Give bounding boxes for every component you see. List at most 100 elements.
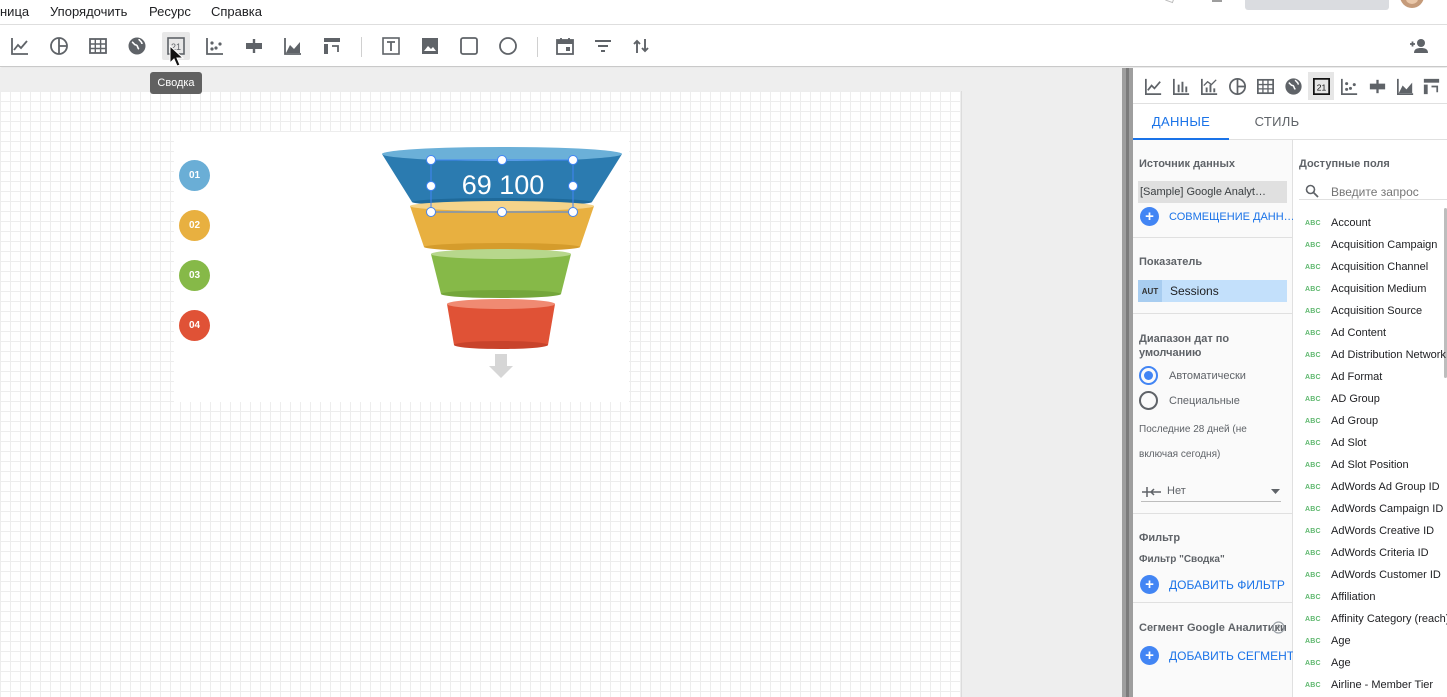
plus-icon: +	[1140, 575, 1159, 594]
field-item[interactable]: ABC Acquisition Channel	[1305, 256, 1428, 278]
radio-auto[interactable]	[1139, 366, 1158, 385]
field-item[interactable]: ABC Ad Content	[1305, 322, 1386, 344]
rectangle-tool-icon[interactable]	[455, 32, 483, 60]
share-icon[interactable]	[1212, 0, 1222, 2]
timeseries-chart-icon[interactable]	[6, 32, 34, 60]
image-tool-icon[interactable]	[416, 32, 444, 60]
field-item[interactable]: ABC Age	[1305, 652, 1351, 674]
resize-handle[interactable]	[568, 207, 578, 217]
bullet-chart-icon[interactable]	[1364, 72, 1390, 100]
resize-handle[interactable]	[568, 181, 578, 191]
scatter-chart-icon[interactable]	[201, 32, 229, 60]
resize-handle[interactable]	[426, 155, 436, 165]
field-item[interactable]: ABC AD Group	[1305, 388, 1380, 410]
field-name: AdWords Creative ID	[1331, 525, 1435, 537]
metric-chip[interactable]: AUT Sessions	[1138, 280, 1287, 302]
add-segment-button[interactable]: + ДОБАВИТЬ СЕГМЕНТ	[1140, 646, 1294, 665]
field-type-badge: ABC	[1305, 307, 1321, 315]
field-item[interactable]: ABC Age	[1305, 630, 1351, 652]
data-source-selector[interactable]: [Sample] Google Analyt…	[1138, 181, 1287, 203]
field-type-badge: ABC	[1305, 593, 1321, 601]
geo-map-icon[interactable]	[123, 32, 151, 60]
table-icon[interactable]	[84, 32, 112, 60]
field-item[interactable]: ABC Ad Slot Position	[1305, 454, 1409, 476]
field-item[interactable]: ABC Acquisition Source	[1305, 300, 1422, 322]
panel-resize-bar[interactable]	[1122, 68, 1133, 697]
field-type-badge: ABC	[1305, 329, 1321, 337]
filter-title: Фильтр	[1139, 532, 1181, 544]
date-range-icon[interactable]	[551, 32, 579, 60]
help-icon[interactable]: ?	[1272, 621, 1285, 634]
field-item[interactable]: ABC Airline - Member Tier	[1305, 674, 1433, 696]
field-item[interactable]: ABC Acquisition Campaign	[1305, 234, 1437, 256]
pivot-table-icon[interactable]	[318, 32, 346, 60]
add-filter-label: ДОБАВИТЬ ФИЛЬТР	[1169, 577, 1285, 592]
field-type-badge: ABC	[1305, 483, 1321, 491]
text-tool-icon[interactable]	[377, 32, 405, 60]
field-name: Acquisition Campaign	[1331, 239, 1438, 251]
menu-resource[interactable]: Ресурс	[149, 4, 191, 19]
field-name: Ad Distribution Network	[1331, 349, 1446, 361]
field-search-input[interactable]	[1331, 185, 1443, 199]
menu-help[interactable]: Справка	[211, 4, 262, 19]
undo-icon[interactable]	[1165, 0, 1175, 4]
resize-handle[interactable]	[426, 207, 436, 217]
tab-data[interactable]: ДАННЫЕ	[1133, 104, 1229, 140]
tab-style[interactable]: СТИЛЬ	[1229, 104, 1325, 140]
radio-custom[interactable]	[1139, 391, 1158, 410]
field-item[interactable]: ABC AdWords Campaign ID	[1305, 498, 1443, 520]
panel-tabs: ДАННЫЕ СТИЛЬ	[1133, 104, 1447, 140]
field-item[interactable]: ABC Account	[1305, 212, 1371, 234]
blend-data-button[interactable]: + СОВМЕЩЕНИЕ ДАНН…	[1140, 207, 1295, 226]
field-name: Acquisition Medium	[1331, 283, 1427, 295]
scatter-chart-icon[interactable]	[1336, 72, 1362, 100]
toolbar: 21	[0, 25, 1447, 67]
blend-data-label: СОВМЕЩЕНИЕ ДАНН…	[1169, 210, 1295, 223]
field-item[interactable]: ABC Acquisition Medium	[1305, 278, 1426, 300]
field-name: Age	[1331, 657, 1351, 669]
menu-page[interactable]: ница	[0, 4, 29, 19]
segment-title: Сегмент Google Аналитики	[1139, 622, 1287, 634]
field-item[interactable]: ABC AdWords Creative ID	[1305, 520, 1434, 542]
resize-handle[interactable]	[497, 155, 507, 165]
field-item[interactable]: ABC Ad Distribution Network	[1305, 344, 1446, 366]
metric-name: Sessions	[1170, 284, 1219, 298]
field-name: Ad Group	[1331, 415, 1379, 427]
pivot-table-icon[interactable]	[1420, 72, 1442, 100]
field-type-badge: ABC	[1305, 549, 1321, 557]
field-item[interactable]: ABC Ad Slot	[1305, 432, 1366, 454]
comparison-period-select[interactable]: Нет	[1141, 480, 1281, 502]
circle-tool-icon[interactable]	[494, 32, 522, 60]
geo-map-icon[interactable]	[1280, 72, 1306, 100]
table-icon[interactable]	[1252, 72, 1278, 100]
timeseries-chart-icon[interactable]	[1140, 72, 1166, 100]
resize-handle[interactable]	[568, 155, 578, 165]
field-item[interactable]: ABC AdWords Customer ID	[1305, 564, 1441, 586]
bar-chart-icon[interactable]	[1168, 72, 1194, 100]
pie-chart-icon[interactable]	[1224, 72, 1250, 100]
available-fields-column: Доступные поля ABC Account ABC Acquisition …	[1293, 140, 1447, 697]
resize-handle[interactable]	[426, 181, 436, 191]
filter-control-icon[interactable]	[589, 32, 617, 60]
field-item[interactable]: ABC AdWords Ad Group ID	[1305, 476, 1440, 498]
field-item[interactable]: ABC AdWords Criteria ID	[1305, 542, 1429, 564]
area-chart-icon[interactable]	[1392, 72, 1418, 100]
pie-chart-icon[interactable]	[45, 32, 73, 60]
add-filter-button[interactable]: + ДОБАВИТЬ ФИЛЬТР	[1140, 575, 1285, 594]
add-person-icon[interactable]	[1406, 32, 1434, 60]
field-item[interactable]: ABC Ad Group	[1305, 410, 1378, 432]
combo-chart-icon[interactable]	[1196, 72, 1222, 100]
area-chart-icon[interactable]	[279, 32, 307, 60]
field-item[interactable]: ABC Ad Format	[1305, 366, 1382, 388]
field-item[interactable]: ABC Affinity Category (reach)	[1305, 608, 1447, 630]
field-name: Ad Slot Position	[1331, 459, 1409, 471]
data-control-icon[interactable]	[627, 32, 655, 60]
add-segment-label: ДОБАВИТЬ СЕГМЕНТ	[1169, 648, 1295, 663]
field-item[interactable]: ABC Affiliation	[1305, 586, 1375, 608]
avatar[interactable]	[1400, 0, 1424, 8]
menu-arrange[interactable]: Упорядочить	[50, 4, 127, 19]
scorecard-icon[interactable]: 21	[1308, 72, 1334, 100]
resize-handle[interactable]	[497, 207, 507, 217]
bullet-chart-icon[interactable]	[240, 32, 268, 60]
view-button[interactable]	[1245, 0, 1389, 10]
